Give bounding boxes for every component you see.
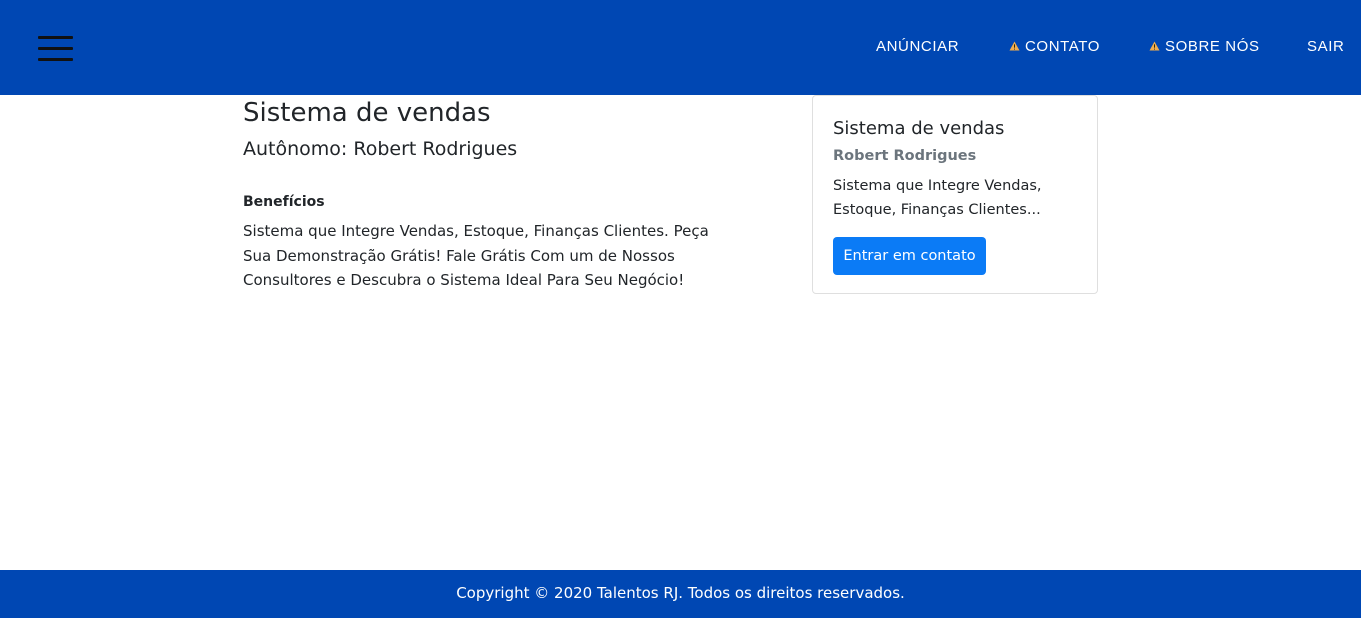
nav-link-anunciar[interactable]: ANÚNCIAR: [876, 37, 959, 55]
benefits-description: Sistema que Integre Vendas, Estoque, Fin…: [243, 222, 709, 289]
top-navbar: ANÚNCIAR CONTATO SOBRE NÓS SAIR: [0, 0, 1361, 95]
card-title: Sistema de vendas: [833, 118, 1005, 139]
nav-link-label: ANÚNCIAR: [876, 37, 960, 55]
card-subtitle: Robert Rodrigues: [833, 148, 977, 164]
contact-button[interactable]: Entrar em contato: [833, 237, 986, 275]
footer: Copyright © 2020 Talentos RJ. Todos os d…: [0, 570, 1361, 618]
nav-link-contato[interactable]: CONTATO: [1009, 37, 1100, 55]
hamburger-line: [38, 36, 73, 39]
warning-triangle-icon: [1009, 41, 1020, 51]
nav-link-sobre-nos[interactable]: SOBRE NÓS: [1149, 37, 1260, 55]
nav-link-sair[interactable]: SAIR: [1307, 37, 1344, 55]
contact-card: Sistema de vendas Robert Rodrigues Siste…: [812, 95, 1098, 294]
card-text: Sistema que Integre Vendas, Estoque, Fin…: [833, 178, 1042, 218]
warning-triangle-icon: [1149, 41, 1160, 51]
hamburger-menu-icon[interactable]: [38, 36, 73, 61]
nav-link-label: SOBRE NÓS: [1165, 37, 1260, 55]
hamburger-line: [38, 47, 73, 50]
hamburger-line: [38, 58, 73, 61]
nav-link-label: CONTATO: [1025, 37, 1101, 55]
copyright-text: Copyright © 2020 Talentos RJ. Todos os d…: [456, 584, 905, 602]
benefits-heading: Benefícios: [243, 194, 325, 210]
author-subtitle: Autônomo: Robert Rodrigues: [243, 138, 518, 160]
page-title: Sistema de vendas: [243, 98, 491, 128]
nav-link-label: SAIR: [1307, 37, 1345, 55]
